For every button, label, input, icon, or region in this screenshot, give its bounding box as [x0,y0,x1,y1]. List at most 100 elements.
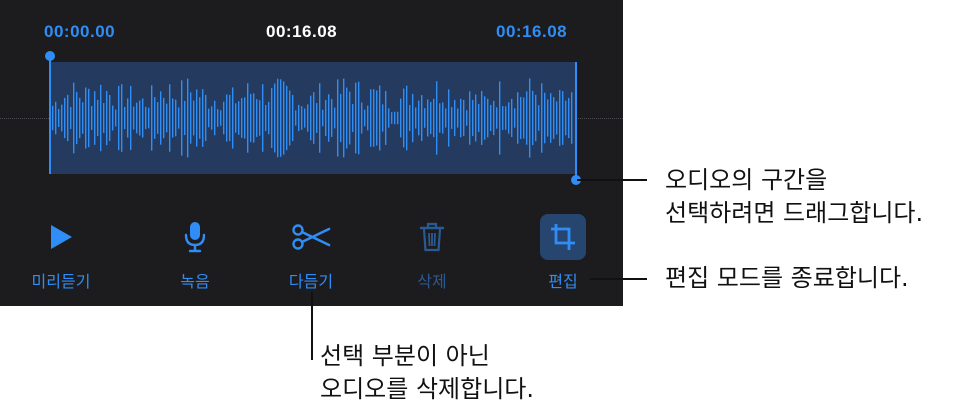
waveform-bar [157,102,159,134]
waveform-bar [256,99,258,137]
waveform-bar [196,89,198,147]
drag-callout-line2: 선택하려면 드래그합니다. [665,199,924,227]
waveform-bar [319,83,321,153]
waveform-bar [496,107,498,129]
waveform-bar [484,96,486,140]
waveform-bar [316,103,318,133]
waveform-bar [415,107,417,129]
waveform-bar [346,87,348,149]
edit-button[interactable]: 편집 [508,212,618,296]
waveform-bar [379,85,381,151]
waveform-bar [184,100,186,136]
waveform-bar [232,87,234,149]
waveform-bar [541,83,543,153]
waveform-bar [178,107,180,129]
waveform-bar [418,100,420,136]
waveform-bar [202,89,204,147]
waveform-bar [112,105,114,131]
waveform-bar [268,101,270,135]
play-icon [36,212,86,262]
waveform-bar [337,79,339,157]
waveform-bar [163,97,165,139]
waveform-bar [73,82,75,154]
waveform-bar [160,91,162,145]
waveform-bar [76,91,78,145]
waveform-bar [481,91,483,145]
waveform-bar [349,91,351,145]
waveform-bar [241,98,243,138]
waveform-bar [283,81,285,155]
waveform-bar [538,105,540,131]
waveform-bar [313,92,315,144]
waveform-bar [166,103,168,133]
waveform-bar [355,82,357,154]
waveform-bar [259,100,261,136]
trim-callout-line1: 선택 부분이 아닌 [320,342,490,370]
waveform-bar [475,94,477,142]
waveform-bar [172,98,174,138]
delete-label: 삭제 [417,272,447,291]
start-handle-line[interactable] [49,56,51,174]
waveform-bar [91,106,93,130]
trim-callout: 선택 부분이 아닌 오디오를 삭제합니다. [320,340,534,406]
waveform-bar [295,110,297,126]
waveform-bar [469,91,471,145]
waveform-bar [529,78,531,158]
scissors-icon [286,212,336,262]
waveform-bar [331,99,333,137]
waveform-bar [298,104,300,132]
preview-button[interactable]: 미리듣기 [6,212,116,296]
waveform-bar [325,99,327,137]
waveform-bar [373,89,375,147]
trim-button[interactable]: 다듬기 [256,212,366,296]
microphone-icon [170,212,220,262]
record-button[interactable]: 녹음 [140,212,250,296]
waveform-bar [553,97,555,139]
waveform-bar [544,92,546,144]
waveform-bar [55,101,57,135]
waveform-bar [445,108,447,128]
waveform-bar [556,101,558,135]
waveform-bar [61,104,63,132]
trim-callout-leader [311,292,313,360]
selection-start-time: 00:00.00 [44,22,116,41]
waveform-bar [214,100,216,136]
waveform-bar [130,85,132,151]
waveform-bar [271,88,273,148]
waveform-bar [568,97,570,139]
waveform [52,78,573,158]
waveform-bar [571,92,573,144]
waveform-bar [397,111,399,125]
waveform-bar [340,93,342,143]
waveform-bar [229,94,231,142]
waveform-bar [58,108,60,128]
waveform-bar [472,99,474,137]
waveform-bar [403,88,405,148]
selection-end-time: 00:16.08 [496,22,568,41]
waveform-bar [343,78,345,158]
record-label: 녹음 [180,272,210,291]
waveform-bar [169,84,171,152]
waveform-bar [364,109,366,127]
delete-button[interactable]: 삭제 [377,212,487,296]
waveform-bar [526,91,528,145]
trash-icon [407,212,457,262]
waveform-bar [559,90,561,146]
waveform-bar [370,89,372,147]
waveform-bar [490,104,492,132]
waveform-bar [562,91,564,145]
editor-panel: 00:00.00 00:16.08 00:16.08 미리듣기 녹음 다듬기 삭… [0,0,623,306]
waveform-bar [79,97,81,139]
waveform-bar [400,98,402,138]
waveform-bar [451,107,453,129]
waveform-bar [181,80,183,156]
edit-label: 편집 [548,272,578,291]
waveform-bar [70,107,72,129]
end-handle-line[interactable] [575,62,577,180]
waveform-bar [388,108,390,128]
start-handle[interactable] [45,51,55,61]
waveform-bar [208,108,210,128]
waveform-bar [67,94,69,142]
waveform-bar [382,104,384,132]
waveform-bar [133,106,135,130]
